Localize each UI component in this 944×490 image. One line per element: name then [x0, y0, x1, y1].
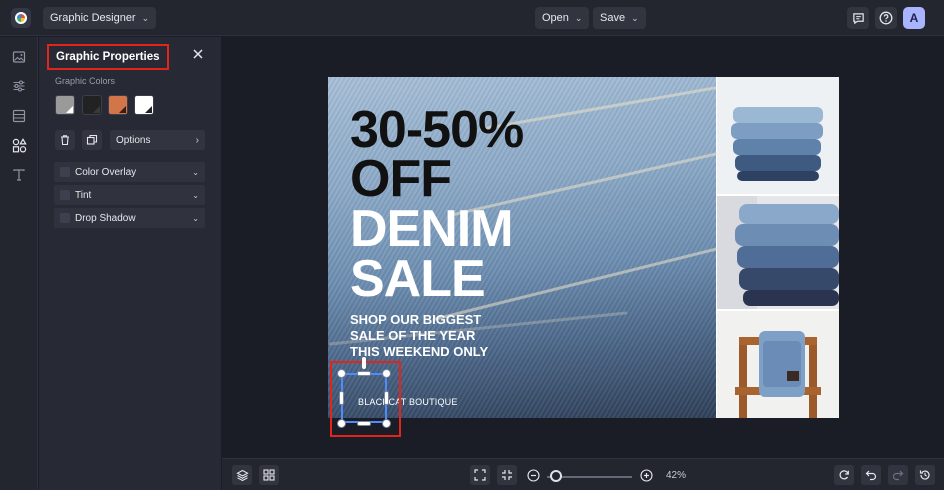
refresh-icon	[839, 470, 849, 480]
app-menu-button[interactable]: Graphic Designer ⌄	[43, 7, 157, 29]
graphics-shapes-icon[interactable]	[11, 137, 27, 153]
chevron-down-icon: ⌄	[192, 190, 199, 200]
shrink-icon	[502, 470, 512, 480]
color-swatch-orange[interactable]	[108, 95, 128, 115]
help-icon	[879, 11, 893, 25]
delete-button[interactable]	[55, 130, 75, 150]
expand-icon	[474, 469, 486, 481]
image-icon[interactable]	[11, 49, 27, 65]
checkbox[interactable]	[60, 190, 70, 200]
resize-handle-top-right[interactable]	[382, 369, 391, 378]
properties-panel: Graphic Properties Graphic Colors Option…	[39, 37, 221, 490]
grid-view-button[interactable]	[259, 465, 279, 485]
undo-button[interactable]	[861, 465, 881, 485]
trash-icon	[61, 135, 69, 146]
accordion-color-overlay[interactable]: Color Overlay ⌄	[54, 162, 205, 182]
color-swatch-gray[interactable]	[55, 95, 75, 115]
fit-to-screen-button[interactable]	[470, 465, 490, 485]
logo-mark	[15, 12, 27, 24]
avatar[interactable]: A	[903, 7, 925, 29]
save-button[interactable]: Save ⌄	[593, 7, 646, 29]
layout-icon[interactable]	[11, 108, 27, 124]
accordion-tint[interactable]: Tint ⌄	[54, 185, 205, 205]
panel-title: Graphic Properties	[47, 44, 169, 70]
actual-size-button[interactable]	[497, 465, 517, 485]
checkbox[interactable]	[60, 167, 70, 177]
zoom-level: 42%	[666, 470, 687, 481]
accordion-drop-shadow[interactable]: Drop Shadow ⌄	[54, 208, 205, 228]
chevron-right-icon: ›	[195, 134, 199, 146]
comment-icon	[852, 12, 864, 24]
chevron-down-icon: ⌄	[192, 213, 199, 223]
zoom-out-icon[interactable]	[527, 469, 540, 482]
comments-button[interactable]	[847, 7, 869, 29]
duplicate-icon	[86, 134, 98, 145]
redo-button[interactable]	[888, 465, 908, 485]
chevron-down-icon: ⌄	[631, 12, 639, 23]
resize-handle-left[interactable]	[339, 391, 344, 405]
chevron-down-icon: ⌄	[192, 167, 199, 177]
layers-button[interactable]	[232, 465, 252, 485]
checkbox[interactable]	[60, 213, 70, 223]
resize-handle-bottom[interactable]	[357, 421, 371, 426]
color-swatch-black[interactable]	[82, 95, 102, 115]
chevron-down-icon: ⌄	[141, 12, 150, 23]
subline-2[interactable]: SALE OF THE YEAR	[350, 328, 475, 344]
close-icon[interactable]	[191, 47, 205, 61]
color-swatch-white[interactable]	[134, 95, 154, 115]
zoom-in-icon[interactable]	[640, 469, 653, 482]
accordion-label: Tint	[75, 189, 92, 201]
open-label: Open	[542, 12, 569, 24]
rotate-handle[interactable]	[362, 357, 366, 369]
resize-handle-bottom-right[interactable]	[382, 419, 391, 428]
text-icon[interactable]	[11, 167, 27, 183]
resize-handle-right[interactable]	[384, 391, 389, 405]
layers-icon	[235, 469, 249, 481]
help-button[interactable]	[875, 7, 897, 29]
subline-1[interactable]: SHOP OUR BIGGEST	[350, 312, 481, 328]
headline-discount[interactable]: 30-50%	[350, 104, 524, 156]
tool-rail	[0, 37, 38, 490]
resize-handle-bottom-left[interactable]	[337, 419, 346, 428]
adjust-sliders-icon[interactable]	[11, 78, 27, 94]
headline-sale[interactable]: SALE	[350, 253, 486, 305]
duplicate-button[interactable]	[82, 130, 102, 150]
accordion-label: Color Overlay	[75, 166, 137, 178]
open-button[interactable]: Open ⌄	[535, 7, 590, 29]
graphic-colors-label: Graphic Colors	[55, 76, 116, 86]
reset-button[interactable]	[834, 465, 854, 485]
headline-denim[interactable]: DENIM	[350, 203, 514, 255]
app-logo[interactable]	[11, 8, 31, 28]
artboard[interactable]: 30-50% OFF DENIM SALE SHOP OUR BIGGEST S…	[328, 77, 839, 418]
save-label: Save	[600, 12, 626, 24]
grid-icon	[263, 469, 275, 481]
resize-handle-top-left[interactable]	[337, 369, 346, 378]
zoom-slider-knob[interactable]	[550, 470, 562, 482]
chevron-down-icon: ⌄	[574, 12, 583, 23]
resize-handle-top[interactable]	[357, 371, 371, 376]
photo-folded-jeans-1	[717, 77, 839, 194]
headline-off[interactable]: OFF	[350, 153, 452, 205]
redo-icon	[892, 470, 904, 481]
app-menu-label: Graphic Designer	[50, 12, 136, 24]
top-bar: Graphic Designer ⌄ Open ⌄ Save ⌄ A	[0, 0, 944, 36]
history-icon	[919, 470, 930, 480]
undo-icon	[865, 470, 877, 481]
options-label: Options	[116, 134, 151, 146]
subline-3[interactable]: THIS WEEKEND ONLY	[350, 344, 488, 360]
history-button[interactable]	[915, 465, 935, 485]
photo-jeans-on-chair	[717, 311, 839, 418]
options-button[interactable]: Options ›	[110, 130, 205, 150]
selection-box[interactable]	[341, 373, 387, 423]
accordion-label: Drop Shadow	[75, 212, 136, 224]
bottom-toolbar: 42%	[222, 458, 944, 490]
photo-folded-jeans-2	[717, 196, 839, 309]
